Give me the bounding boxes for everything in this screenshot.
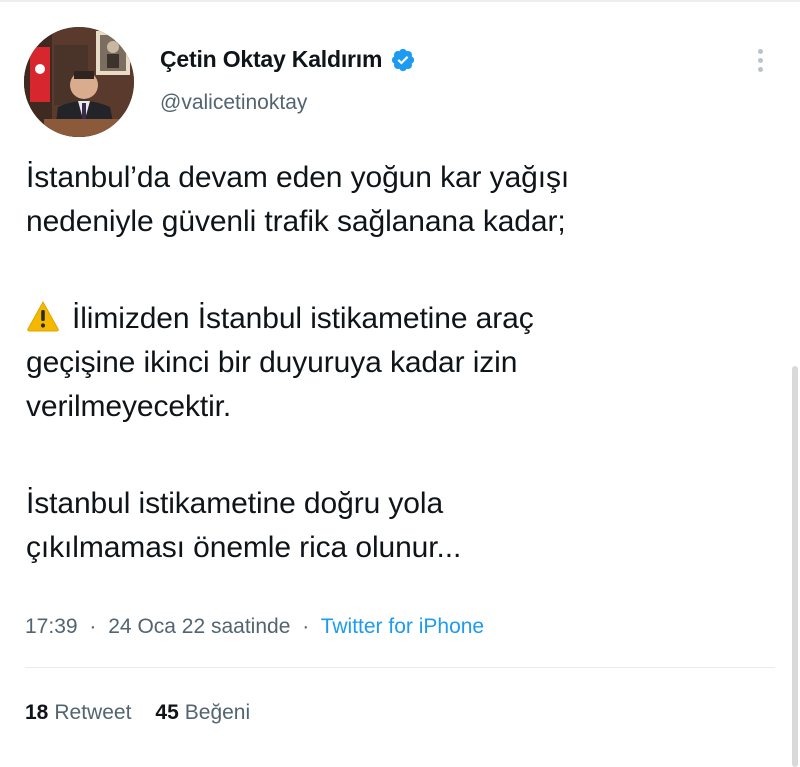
meta-separator: · bbox=[89, 615, 97, 638]
tweet-line: geçişine ikinci bir duyuruya kadar izin bbox=[26, 346, 518, 379]
tweet-line: nedeniyle güvenli trafik sağlanana kadar… bbox=[26, 205, 566, 238]
tweet-text: İstanbul’da devam eden yoğun kar yağışı … bbox=[26, 156, 766, 570]
divider bbox=[25, 667, 775, 668]
likes-label: Beğeni bbox=[184, 701, 251, 724]
tweet-line: İlimizden İstanbul istikametine araç bbox=[72, 302, 534, 335]
tweet-stats: 18 Retweet 45 Beğeni bbox=[25, 701, 250, 725]
tweet-time[interactable]: 17:39 bbox=[25, 615, 78, 638]
retweets-stat[interactable]: 18 Retweet bbox=[25, 701, 131, 725]
author-name-row: Çetin Oktay Kaldırım bbox=[160, 46, 416, 73]
tweet-date[interactable]: 24 Oca 22 saatinde bbox=[108, 615, 290, 638]
warning-icon bbox=[26, 300, 60, 332]
tweet-line: İstanbul istikametine doğru yola bbox=[26, 487, 444, 520]
more-dot bbox=[757, 48, 763, 54]
display-name[interactable]: Çetin Oktay Kaldırım bbox=[160, 46, 382, 73]
more-vertical-icon[interactable] bbox=[748, 40, 772, 80]
avatar-photo bbox=[24, 27, 134, 137]
verified-badge-icon bbox=[390, 47, 416, 73]
tweet-line: verilmeyecektir. bbox=[26, 390, 232, 423]
tweet-meta: 17:39 · 24 Oca 22 saatinde · Twitter for… bbox=[25, 615, 484, 639]
more-dot bbox=[757, 57, 763, 63]
meta-separator: · bbox=[302, 615, 310, 638]
author-handle[interactable]: @valicetinoktay bbox=[160, 91, 307, 115]
more-dot bbox=[757, 66, 763, 72]
likes-stat[interactable]: 45 Beğeni bbox=[155, 701, 250, 725]
tweet-line-with-icon: İlimizden İstanbul istikametine araç bbox=[26, 297, 766, 341]
likes-count: 45 bbox=[155, 701, 179, 724]
tweet-line: İstanbul’da devam eden yoğun kar yağışı bbox=[26, 161, 570, 194]
retweets-label: Retweet bbox=[54, 701, 132, 724]
top-divider bbox=[0, 0, 800, 2]
retweets-count: 18 bbox=[25, 701, 49, 724]
tweet-line: çıkılmaması önemle rica olunur... bbox=[26, 531, 462, 564]
avatar[interactable] bbox=[24, 27, 134, 137]
tweet-source-link[interactable]: Twitter for iPhone bbox=[321, 615, 484, 638]
scrollbar[interactable] bbox=[792, 366, 798, 767]
